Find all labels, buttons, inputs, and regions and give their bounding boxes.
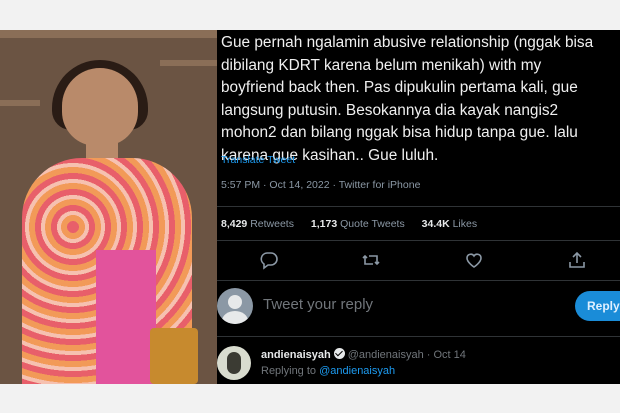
like-icon[interactable] [464,250,484,270]
avatar [217,288,253,324]
verified-badge-icon [333,348,345,359]
reply-composer: Tweet your reply Reply [217,288,620,326]
action-bar [217,248,620,274]
translate-link[interactable]: Translate Tweet [221,154,295,166]
stat-retweets[interactable]: 8,429 Retweets [221,218,294,230]
tweet-panel: Gue pernah ngalamin abusive relationship… [217,30,620,384]
reply-tweet[interactable]: andienaisyah @andienaisyah · Oct 14 Reply… [217,346,620,384]
shelf-right [160,60,217,66]
reply-button[interactable]: Reply [575,291,620,321]
handbag [150,328,198,384]
author-name[interactable]: andienaisyah [261,349,331,361]
share-icon[interactable] [567,250,587,270]
avatar-head [228,295,242,309]
replying-to-link[interactable]: @andienaisyah [319,365,395,377]
top-margin [0,0,620,30]
shelf-left [0,100,40,106]
face [62,68,138,146]
stat-likes[interactable]: 34.4K Likes [422,218,477,230]
reply-icon[interactable] [259,250,279,270]
divider [217,336,620,337]
bottom-margin [0,384,620,413]
divider [217,206,620,207]
author-handle-date: @andienaisyah · Oct 14 [347,349,466,361]
divider [217,240,620,241]
tweet-meta[interactable]: 5:57 PM · Oct 14, 2022 · Twitter for iPh… [221,179,420,191]
pink-skirt [96,250,156,384]
shelf-top [0,30,217,38]
celebrity-photo [0,30,217,384]
reply-author: andienaisyah @andienaisyah · Oct 14 [261,348,466,361]
retweet-icon[interactable] [361,250,381,270]
avatar[interactable] [217,346,251,380]
stat-quote-tweets[interactable]: 1,173 Quote Tweets [311,218,405,230]
avatar-figure [227,352,241,374]
avatar-body [222,311,248,324]
replying-to: Replying to @andienaisyah [261,365,396,377]
reply-input[interactable]: Tweet your reply [263,296,373,313]
tweet-text: Gue pernah ngalamin abusive relationship… [221,34,594,164]
screenshot-frame: Gue pernah ngalamin abusive relationship… [0,0,620,413]
tweet-stats: 8,429 Retweets 1,173 Quote Tweets 34.4K … [221,218,491,230]
divider [217,280,620,281]
